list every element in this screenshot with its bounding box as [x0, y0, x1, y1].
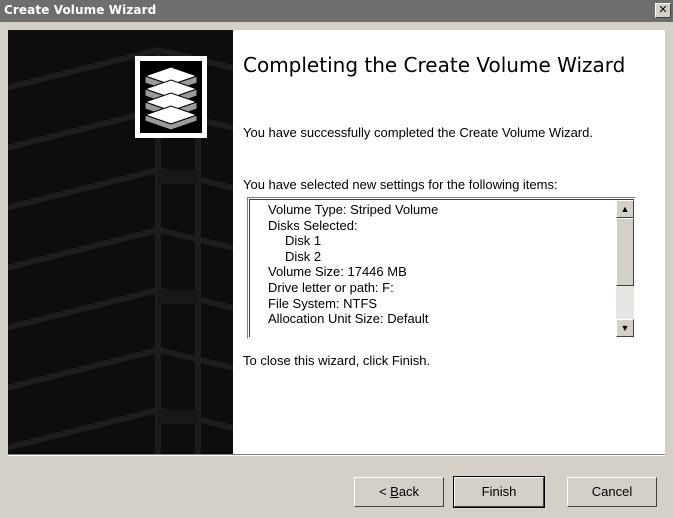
list-item: Volume Size: 17446 MB [268, 264, 407, 280]
finish-button[interactable]: Finish [453, 476, 545, 508]
settings-summary-viewport: Volume Type: Striped Volume Disks Select… [249, 199, 634, 337]
list-item: Disks Selected: [268, 217, 358, 233]
settings-intro: You have selected new settings for the f… [243, 177, 558, 192]
scroll-up-button[interactable]: ▲ [616, 200, 634, 218]
list-item: File System: NTFS [268, 295, 378, 311]
back-button-mnemonic: B [390, 484, 399, 499]
success-message: You have successfully completed the Crea… [243, 125, 593, 140]
close-instruction: To close this wizard, click Finish. [243, 353, 431, 368]
page-title: Completing the Create Volume Wizard [243, 53, 626, 77]
vertical-scrollbar[interactable]: ▲ ▼ [616, 200, 634, 337]
list-item: Allocation Unit Size: Default [268, 311, 429, 327]
list-item: Volume Type: Striped Volume [268, 202, 439, 217]
create-volume-wizard-window: Create Volume Wizard ✕ Completing the Cr… [0, 0, 673, 518]
cancel-button[interactable]: Cancel [567, 477, 657, 507]
list-item: Disk 2 [285, 248, 322, 264]
back-button-rest: ack [398, 484, 420, 499]
window-title: Create Volume Wizard [4, 3, 157, 17]
list-item: Drive letter or path: F: [268, 279, 394, 295]
wizard-content: Completing the Create Volume Wizard You … [233, 30, 665, 454]
settings-summary-list[interactable]: Volume Type: Striped Volume Disks Select… [247, 197, 636, 339]
close-icon: ✕ [658, 3, 668, 16]
list-item: Disk 1 [285, 233, 322, 249]
scroll-thumb[interactable] [616, 218, 634, 286]
close-button[interactable]: ✕ [655, 3, 671, 18]
back-button-prefix: < [378, 484, 391, 499]
title-bar[interactable]: Create Volume Wizard ✕ [0, 0, 673, 22]
scroll-down-arrow-icon: ▼ [620, 323, 630, 333]
settings-lines: Volume Type: Striped Volume Disks Select… [268, 202, 438, 327]
button-separator [8, 454, 665, 456]
disk-stack-icon [135, 56, 207, 138]
scroll-down-button[interactable]: ▼ [616, 319, 634, 337]
back-button[interactable]: < Back [354, 477, 444, 507]
wizard-side-banner [8, 30, 233, 454]
scroll-up-arrow-icon: ▲ [620, 204, 630, 214]
